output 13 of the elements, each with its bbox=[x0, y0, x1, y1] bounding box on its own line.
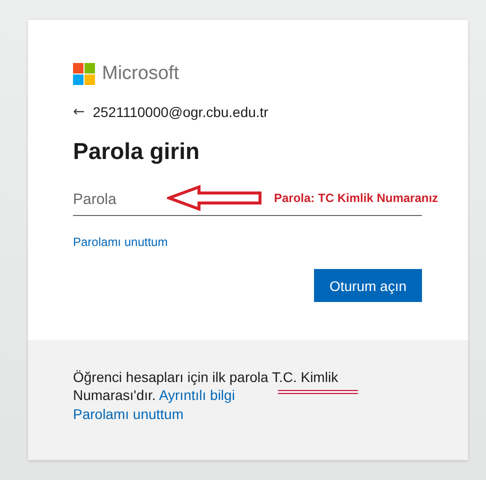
footer-text: Öğrenci hesapları için ilk parola T.C. Kimlik Numarası'dır. Ayrıntılı bilgi bbox=[73, 368, 340, 404]
forgot-password-link[interactable]: Parolamı unuttum bbox=[73, 406, 184, 422]
forgot-password-link[interactable]: Parolamı unuttum bbox=[73, 235, 168, 249]
password-field[interactable]: Parola bbox=[73, 185, 153, 213]
four-squares-logo-icon bbox=[73, 63, 95, 85]
sign-in-button[interactable]: Oturum açın bbox=[314, 269, 422, 302]
annotation-label: Parola: TC Kimlik Numaranız bbox=[274, 191, 438, 205]
more-info-link[interactable]: Ayrıntılı bilgi bbox=[158, 387, 235, 403]
brand-name: Microsoft bbox=[102, 63, 180, 85]
back-button[interactable]: ← bbox=[73, 104, 85, 120]
account-email: 2521110000@ogr.cbu.edu.tr bbox=[92, 104, 268, 120]
page-title: Parola girin bbox=[73, 138, 201, 165]
left-arrow-annotation-icon bbox=[167, 185, 263, 211]
